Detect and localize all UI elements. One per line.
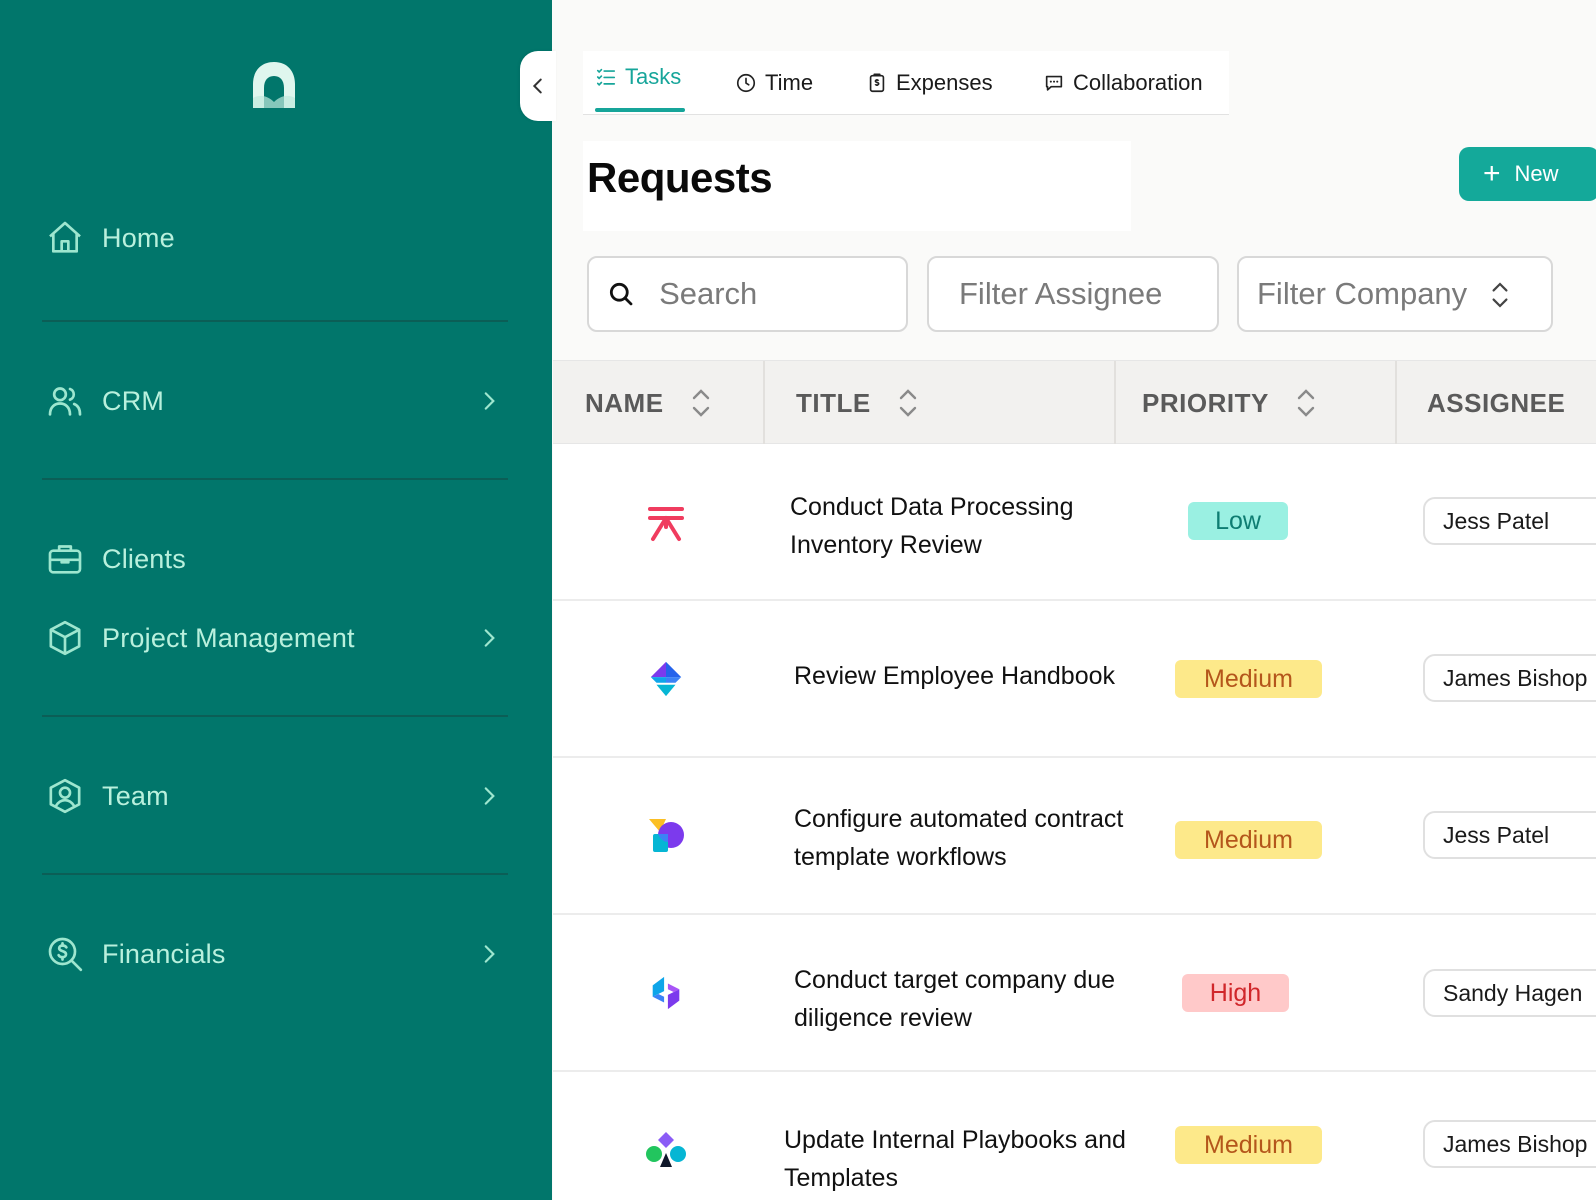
column-header-label: TITLE <box>796 387 871 418</box>
chat-icon <box>1045 75 1063 91</box>
table-row[interactable]: Configure automated contract template wo… <box>553 758 1596 915</box>
sidebar-divider <box>42 320 508 322</box>
priority-badge: Medium <box>1175 1126 1322 1164</box>
tab-label: Collaboration <box>1073 70 1203 95</box>
red-trident-logo <box>641 498 691 548</box>
chevron-left-icon <box>532 78 542 94</box>
tab-time[interactable]: Time <box>735 51 813 115</box>
filter-assignee-field[interactable] <box>927 256 1219 332</box>
blue-diamond-logo <box>641 654 691 704</box>
sidebar-item-label: Home <box>102 222 175 253</box>
chevron-up-down-icon <box>1492 282 1508 308</box>
user-circle-icon <box>44 775 86 817</box>
tab-tasks[interactable]: Tasks <box>595 45 681 109</box>
receipt-icon <box>869 73 885 93</box>
sidebar-item-project-management[interactable]: Project Management <box>44 614 510 662</box>
filter-company-select[interactable] <box>1237 256 1553 332</box>
request-title: Conduct Data Processing Inventory Review <box>790 493 1074 559</box>
assignee-chip[interactable]: James Bishop <box>1423 654 1596 702</box>
column-header-label: NAME <box>585 387 664 418</box>
filter-company-input[interactable] <box>1257 276 1497 312</box>
sidebar-divider <box>42 873 508 875</box>
tab-expenses[interactable]: Expenses <box>866 51 993 115</box>
sort-icon <box>1297 389 1314 417</box>
tab-label: Time <box>765 70 814 95</box>
cube-icon <box>44 617 86 659</box>
app-logo[interactable] <box>248 58 300 114</box>
sidebar-item-label: Clients <box>102 543 186 574</box>
sidebar-item-home[interactable]: Home <box>44 214 510 262</box>
tab-label: Tasks <box>625 64 682 89</box>
clock-icon <box>736 73 756 93</box>
filter-assignee-input[interactable] <box>959 276 1217 312</box>
sidebar-item-label: Financials <box>102 938 226 969</box>
assignee-chip[interactable]: Sandy Hagen <box>1423 969 1596 1017</box>
priority-badge: Low <box>1188 502 1288 540</box>
sidebar-divider <box>42 715 508 717</box>
assignee-chip[interactable]: James Bishop <box>1423 1120 1596 1168</box>
new-request-button[interactable]: + New <box>1459 147 1596 201</box>
column-header-name[interactable]: NAME <box>585 361 712 445</box>
sidebar-divider <box>42 478 508 480</box>
plus-icon: + <box>1483 157 1501 190</box>
sidebar-item-label: CRM <box>102 385 165 416</box>
search-dollar-icon <box>44 933 86 975</box>
table-row[interactable]: Conduct Data Processing Inventory Review… <box>553 444 1596 601</box>
priority-badge: Medium <box>1175 821 1322 859</box>
chevron-right-icon <box>484 945 495 963</box>
sidebar-item-crm[interactable]: CRM <box>44 377 510 425</box>
sidebar-item-team[interactable]: Team <box>44 772 510 820</box>
column-divider <box>1395 361 1397 445</box>
column-header-assignee[interactable]: ASSIGNEE <box>1427 361 1565 445</box>
request-title: Review Employee Handbook <box>794 662 1116 690</box>
search-field[interactable] <box>587 256 908 332</box>
tab-label: Expenses <box>896 70 993 95</box>
chevron-right-icon <box>484 787 495 805</box>
sidebar-item-label: Team <box>102 780 169 811</box>
request-title: Configure automated contract template wo… <box>794 805 1124 871</box>
new-button-label: New <box>1514 161 1559 186</box>
table-row[interactable]: Conduct target company due diligence rev… <box>553 915 1596 1072</box>
purple-blob-logo <box>641 811 691 861</box>
users-icon <box>44 380 86 422</box>
tab-bar: Tasks Time Expenses Collaboration <box>583 51 1229 115</box>
column-header-title[interactable]: TITLE <box>796 361 919 445</box>
table-row[interactable]: Update Internal Playbooks and Templates … <box>553 1072 1596 1200</box>
sidebar-item-label: Project Management <box>102 622 355 653</box>
table-header: NAME TITLE PRIORITY ASSIGNEE <box>553 360 1596 445</box>
briefcase-icon <box>44 538 86 580</box>
search-icon <box>609 282 633 306</box>
column-divider <box>1114 361 1116 445</box>
collapse-sidebar-button[interactable] <box>520 51 556 121</box>
assignee-chip[interactable]: Jess Patel <box>1423 811 1596 859</box>
multicolor-club-logo <box>641 1126 691 1176</box>
active-tab-indicator <box>595 108 685 112</box>
home-icon <box>44 217 86 259</box>
blue-purple-arrows-logo <box>641 968 691 1018</box>
priority-badge: Medium <box>1175 660 1322 698</box>
request-title: Conduct target company due diligence rev… <box>794 966 1116 1032</box>
checklist-icon <box>596 68 616 86</box>
chevron-right-icon <box>484 392 495 410</box>
page-title: Requests <box>587 154 773 201</box>
column-header-priority[interactable]: PRIORITY <box>1142 361 1317 445</box>
search-input[interactable] <box>659 276 906 312</box>
column-header-label: ASSIGNEE <box>1427 387 1566 418</box>
table-row[interactable]: Review Employee Handbook Medium James Bi… <box>553 601 1596 758</box>
sidebar: Home CRM Clients Project Management Team <box>0 0 552 1200</box>
sidebar-item-financials[interactable]: Financials <box>44 930 510 978</box>
sidebar-item-clients[interactable]: Clients <box>44 535 510 583</box>
column-header-label: PRIORITY <box>1142 387 1269 418</box>
column-divider <box>763 361 765 445</box>
chevron-right-icon <box>484 629 495 647</box>
assignee-chip[interactable]: Jess Patel <box>1423 497 1596 545</box>
sort-icon <box>692 389 709 417</box>
request-title: Update Internal Playbooks and Templates <box>784 1126 1126 1192</box>
sort-icon <box>899 389 916 417</box>
priority-badge: High <box>1182 974 1289 1012</box>
tab-collaboration[interactable]: Collaboration <box>1043 51 1203 115</box>
